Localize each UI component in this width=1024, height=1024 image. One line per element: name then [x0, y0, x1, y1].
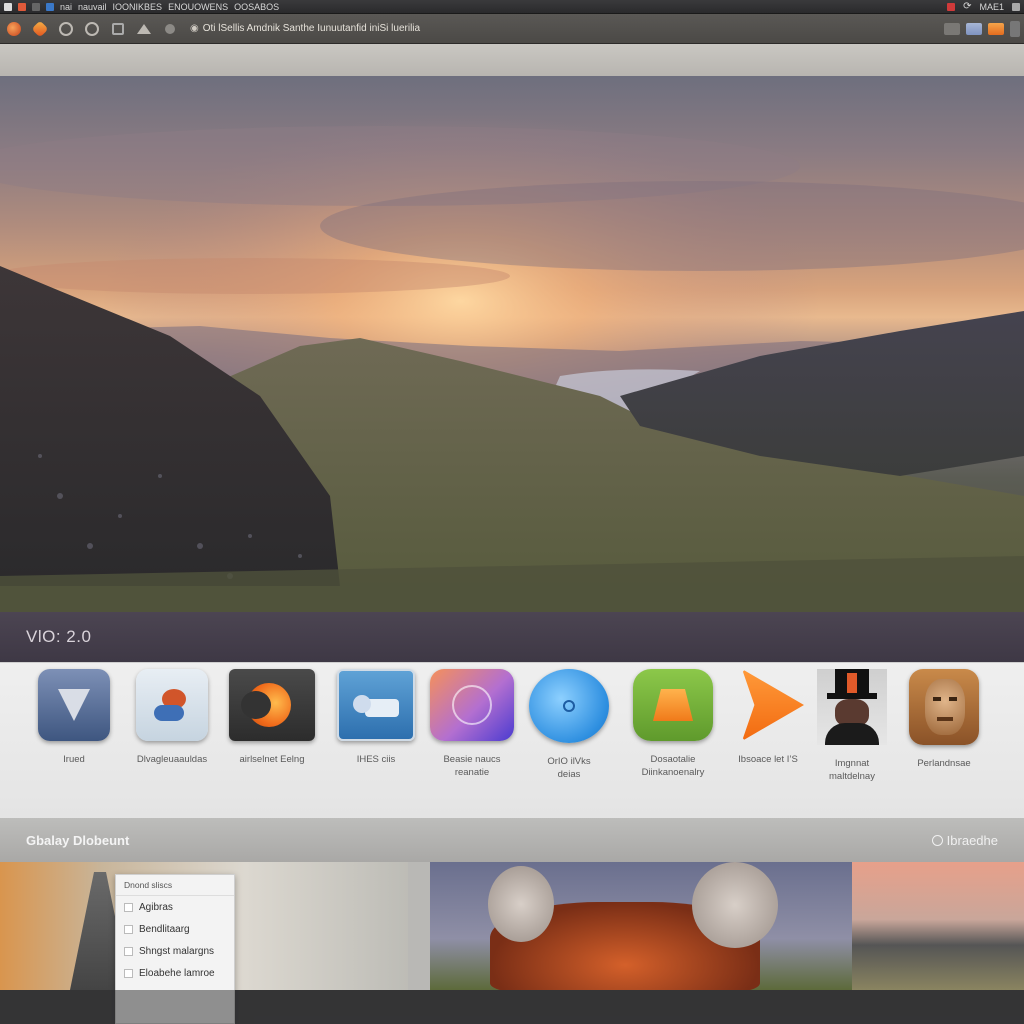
section-link[interactable]: Ibraedhe [931, 832, 998, 848]
files-icon[interactable] [18, 2, 26, 11]
top-menu-item[interactable]: ENOUOWENS [168, 2, 228, 12]
section-link-label: Ibraedhe [946, 832, 998, 848]
app-label: Perlandnsae [917, 758, 971, 769]
tophat-figure-icon [817, 669, 887, 745]
context-menu-item[interactable]: Bendlitaarg [116, 918, 234, 940]
notification-icon[interactable] [947, 2, 956, 11]
reload-icon[interactable] [108, 19, 128, 39]
toolbar: ◉ Oti lSellis Amdnik Santhe Iunuutanfid … [0, 14, 1024, 44]
home-icon[interactable] [134, 19, 154, 39]
thumbnail-2[interactable] [430, 862, 854, 990]
top-menu-item[interactable]: nai [60, 2, 72, 12]
character-icon [136, 669, 208, 741]
disc-icon [529, 669, 609, 743]
sync-icon[interactable]: ⟳ [963, 1, 971, 12]
context-menu-item[interactable]: Shngst malargns [116, 940, 234, 962]
bottom-bar [0, 990, 1024, 1024]
app-label: airlselnet Eelng [239, 754, 305, 765]
tab-thumb-icon[interactable] [944, 22, 960, 35]
orange-app-icon[interactable] [988, 22, 1004, 35]
top-menu-item[interactable]: IOONIKBES [113, 2, 163, 12]
light-band [0, 44, 1024, 76]
app-label: IHES ciis [356, 754, 396, 765]
hero-landscape-image [0, 76, 1024, 612]
back-icon[interactable] [56, 19, 76, 39]
clock[interactable]: MAE1 [979, 2, 1004, 12]
section-header: Gbalay Dlobeunt Ibraedhe [0, 818, 1024, 862]
app-label: OrIO ilVks deias [547, 756, 591, 780]
app-imgnnat[interactable]: Imgnnat maltdelnay [802, 669, 902, 783]
app-label: Dosaotalie Diinkanoenalry [641, 754, 705, 778]
app-grid: Irued Dlvagleuaauldas airlselnet Eelng I… [0, 662, 1024, 818]
left-ear [488, 866, 554, 942]
play-icon [728, 669, 808, 741]
app-airlselnet[interactable]: airlselnet Eelng [222, 669, 322, 766]
browser-icon[interactable] [46, 2, 54, 11]
app-label: Imgnnat maltdelnay [829, 758, 875, 782]
window-icon[interactable] [966, 22, 982, 35]
flame-icon [229, 669, 315, 741]
bookmark-icon[interactable] [160, 19, 180, 39]
context-menu-item-label: Agibras [139, 901, 173, 913]
version-caption: VlO: 2.0 [26, 627, 92, 646]
disk-icon [337, 669, 415, 741]
app-label: Beasie naucs reanatie [443, 754, 501, 778]
phone-icon[interactable] [1010, 20, 1020, 37]
top-menu-item[interactable]: OOSABOS [234, 2, 279, 12]
right-ear [692, 862, 778, 948]
checkbox-icon[interactable] [124, 902, 133, 912]
context-menu-item[interactable]: Eloabehe lamroe [116, 962, 234, 984]
globe-icon: ◉ [190, 23, 199, 34]
shield-icon [38, 669, 110, 741]
caption-strip: VlO: 2.0 [0, 612, 1024, 662]
app-launcher-icon[interactable] [4, 19, 24, 39]
context-menu-item-label: Shngst malargns [139, 945, 215, 957]
checkbox-icon[interactable] [124, 968, 133, 978]
system-menu-icon[interactable] [4, 2, 12, 11]
app-dlvagle[interactable]: Dlvagleuaauldas [122, 669, 222, 766]
address-text: Oti lSellis Amdnik Santhe Iunuutanfid in… [202, 23, 421, 34]
section-title: Gbalay Dlobeunt [26, 832, 130, 848]
power-icon[interactable] [1012, 2, 1020, 11]
bucket-icon [633, 669, 713, 741]
context-menu-item-label: Eloabehe lamroe [139, 967, 215, 979]
app-label: Irued [63, 754, 85, 765]
address-bar[interactable]: ◉ Oti lSellis Amdnik Santhe Iunuutanfid … [190, 19, 450, 39]
thumbnail-3[interactable] [852, 862, 1024, 990]
top-panel: nai nauvail IOONIKBES ENOUOWENS OOSABOS … [0, 0, 1024, 14]
terminal-icon[interactable] [32, 2, 40, 11]
app-dosaotalie[interactable]: Dosaotalie Diinkanoenalry [623, 669, 723, 779]
top-menu-item[interactable]: nauvail [78, 2, 107, 12]
app-ihes[interactable]: IHES ciis [326, 669, 426, 766]
fox-icon[interactable] [30, 19, 50, 39]
info-icon [931, 834, 943, 846]
hero-landscape-drawing [0, 76, 1024, 612]
forward-icon[interactable] [82, 19, 102, 39]
app-irued[interactable]: Irued [24, 669, 124, 766]
app-label: Dlvagleuaauldas [136, 754, 208, 765]
face-icon [909, 669, 979, 745]
context-menu-item[interactable]: Agibras [116, 896, 234, 918]
context-menu-header: Dnond sliscs [116, 875, 234, 896]
checkbox-icon[interactable] [124, 924, 133, 934]
globe-icon [430, 669, 514, 741]
checkbox-icon[interactable] [124, 946, 133, 956]
context-menu-item-label: Bendlitaarg [139, 923, 190, 935]
app-perland[interactable]: Perlandnsae [894, 669, 994, 770]
app-beasie[interactable]: Beasie naucs reanatie [422, 669, 522, 779]
app-orio[interactable]: OrIO ilVks deias [519, 669, 619, 781]
